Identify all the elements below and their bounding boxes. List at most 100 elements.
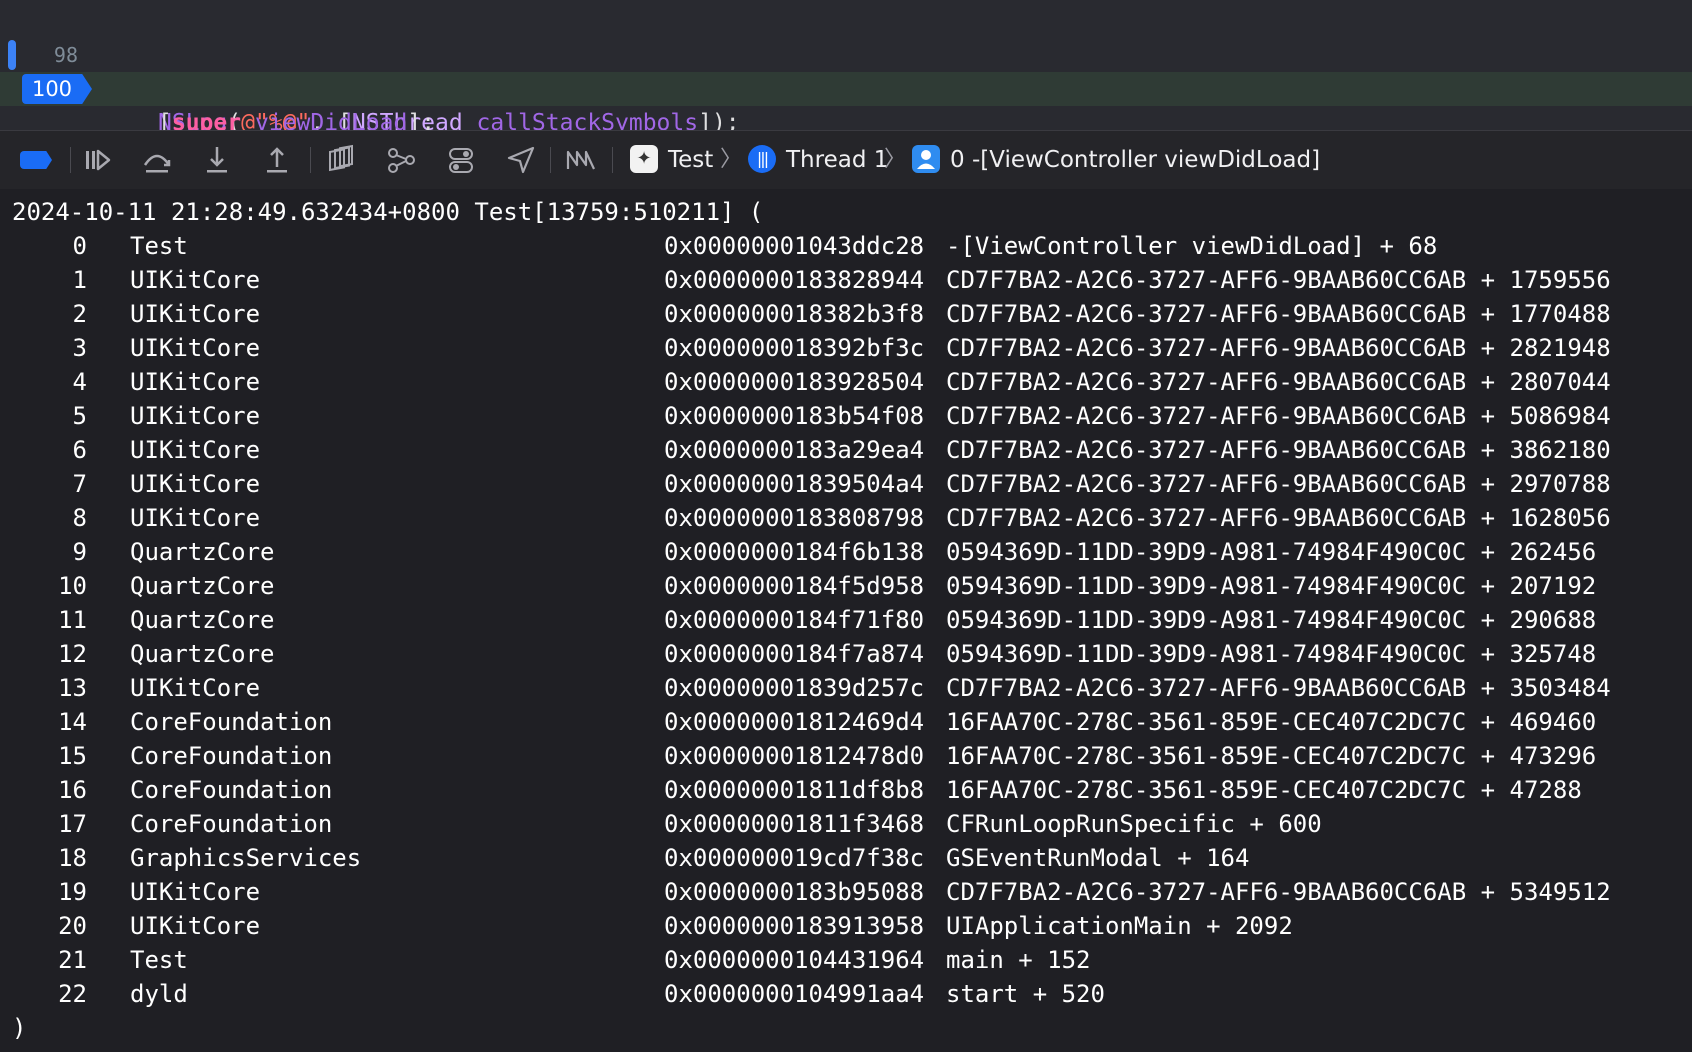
- frame-index: 4: [72, 368, 87, 396]
- frame-library: UIKitCore: [130, 674, 261, 702]
- frame-index: 13: [58, 674, 87, 702]
- stack-frame-row: 0 Test 0x00000001043ddc28 -[ViewController …: [0, 229, 1692, 263]
- frame-index: 8: [72, 504, 87, 532]
- frame-index: 16: [58, 776, 87, 804]
- user-frame-icon: [912, 145, 940, 173]
- frame-symbol: 0594369D-11DD-39D9-A981-74984F490C0C + 3…: [946, 640, 1597, 668]
- stack-frame-row: 3 UIKitCore 0x000000018392bf3c CD7F7BA2-A2C…: [0, 331, 1692, 365]
- stack-frame-row: 10 QuartzCore 0x0000000184f5d958 0594369D-1…: [0, 569, 1692, 603]
- frame-index: 12: [58, 640, 87, 668]
- frame-library: UIKitCore: [130, 266, 261, 294]
- frame-address: 0x0000000183b95088: [664, 878, 925, 906]
- simulate-location-icon[interactable]: [504, 143, 538, 177]
- continue-icon[interactable]: [80, 143, 114, 177]
- frame-symbol: 16FAA70C-278C-3561-859E-CEC407C2DC7C + 4…: [946, 776, 1582, 804]
- frame-library: UIKitCore: [130, 470, 261, 498]
- stack-frame-row: 6 UIKitCore 0x0000000183a29ea4 CD7F7BA2-A2C…: [0, 433, 1692, 467]
- frame-symbol: CD7F7BA2-A2C6-3727-AFF6-9BAAB60CC6AB + 2…: [946, 334, 1611, 362]
- frame-address: 0x00000001812478d0: [664, 742, 925, 770]
- breadcrumb-frame[interactable]: 0 -[ViewController viewDidLoad]: [950, 141, 1320, 179]
- frame-symbol: 16FAA70C-278C-3561-859E-CEC407C2DC7C + 4…: [946, 742, 1597, 770]
- frame-address: 0x0000000183913958: [664, 912, 925, 940]
- frame-address: 0x00000001839504a4: [664, 470, 925, 498]
- frame-library: QuartzCore: [130, 640, 275, 668]
- frame-library: UIKitCore: [130, 300, 261, 328]
- frame-symbol: CD7F7BA2-A2C6-3727-AFF6-9BAAB60CC6AB + 2…: [946, 470, 1611, 498]
- stack-frame-row: 19 UIKitCore 0x0000000183b95088 CD7F7BA2-A2…: [0, 875, 1692, 909]
- frame-index: 6: [72, 436, 87, 464]
- frame-address: 0x0000000184f6b138: [664, 538, 925, 566]
- environment-overrides-icon[interactable]: [444, 143, 478, 177]
- frame-library: QuartzCore: [130, 606, 275, 634]
- stack-frame-row: 20 UIKitCore 0x0000000183913958 UIApplicati…: [0, 909, 1692, 943]
- code-line-101[interactable]: 101 dataArray = [[NSMutableArray alloc] …: [0, 106, 1692, 130]
- toolbar-divider: [550, 147, 551, 173]
- frame-index: 5: [72, 402, 87, 430]
- frame-address: 0x0000000183828944: [664, 266, 925, 294]
- frame-address: 0x00000001811df8b8: [664, 776, 925, 804]
- frame-symbol: UIApplicationMain + 2092: [946, 912, 1293, 940]
- stack-frame-row: 12 QuartzCore 0x0000000184f7a874 0594369D-1…: [0, 637, 1692, 671]
- frame-address: 0x0000000184f5d958: [664, 572, 925, 600]
- frame-symbol: CD7F7BA2-A2C6-3727-AFF6-9BAAB60CC6AB + 3…: [946, 674, 1611, 702]
- code-line-99[interactable]: 99 NSLog(@"%@", [NSThread callStackSymbo…: [0, 38, 1692, 130]
- metal-capture-icon[interactable]: [564, 143, 598, 177]
- frame-address: 0x0000000184f71f80: [664, 606, 925, 634]
- frame-symbol: -[ViewController viewDidLoad] + 68: [946, 232, 1438, 260]
- stack-frame-row: 9 QuartzCore 0x0000000184f6b138 0594369D-11…: [0, 535, 1692, 569]
- stack-frame-row: 17 CoreFoundation 0x00000001811f3468 CFRunL…: [0, 807, 1692, 841]
- frame-library: UIKitCore: [130, 912, 261, 940]
- frame-address: 0x00000001811f3468: [664, 810, 925, 838]
- stack-frame-row: 15 CoreFoundation 0x00000001812478d0 16FAA7…: [0, 739, 1692, 773]
- step-into-icon[interactable]: [200, 143, 234, 177]
- breadcrumb-app[interactable]: Test: [668, 141, 713, 179]
- stack-frame-row: 18 GraphicsServices 0x000000019cd7f38c GSEv…: [0, 841, 1692, 875]
- code-line-100-current[interactable]: [super viewDidLoad];: [0, 72, 1692, 130]
- frame-library: UIKitCore: [130, 334, 261, 362]
- frame-address: 0x0000000183b54f08: [664, 402, 925, 430]
- frame-symbol: CD7F7BA2-A2C6-3727-AFF6-9BAAB60CC6AB + 5…: [946, 402, 1611, 430]
- frame-symbol: main + 152: [946, 946, 1091, 974]
- step-out-icon[interactable]: [260, 143, 294, 177]
- frame-symbol: start + 520: [946, 980, 1105, 1008]
- console-footer: ): [12, 1014, 27, 1042]
- stack-frame-row: 2 UIKitCore 0x000000018382b3f8 CD7F7BA2-A2C…: [0, 297, 1692, 331]
- debug-view-hierarchy-icon[interactable]: [324, 143, 358, 177]
- frame-address: 0x00000001043ddc28: [664, 232, 925, 260]
- frame-address: 0x0000000183928504: [664, 368, 925, 396]
- stack-frame-row: 22 dyld 0x0000000104991aa4 start + 520: [0, 977, 1692, 1011]
- frame-index: 22: [58, 980, 87, 1008]
- frame-symbol: CFRunLoopRunSpecific + 600: [946, 810, 1322, 838]
- frame-index: 20: [58, 912, 87, 940]
- breakpoints-toggle-icon[interactable]: [20, 151, 52, 169]
- stack-frame-row: 11 QuartzCore 0x0000000184f71f80 0594369D-1…: [0, 603, 1692, 637]
- stack-frame-row: 7 UIKitCore 0x00000001839504a4 CD7F7BA2-A2C…: [0, 467, 1692, 501]
- frame-symbol: 0594369D-11DD-39D9-A981-74984F490C0C + 2…: [946, 538, 1597, 566]
- chevron-right-icon: 〉: [720, 147, 743, 172]
- stack-frame-row: 5 UIKitCore 0x0000000183b54f08 CD7F7BA2-A2C…: [0, 399, 1692, 433]
- frame-address: 0x0000000183a29ea4: [664, 436, 925, 464]
- console-header: 2024-10-11 21:28:49.632434+0800 Test[137…: [12, 198, 764, 226]
- frame-library: QuartzCore: [130, 572, 275, 600]
- source-editor[interactable]: 98 - (void)viewDidLoad { 99 NSLog(@"%@",…: [0, 0, 1692, 130]
- stack-frame-row: 13 UIKitCore 0x00000001839d257c CD7F7BA2-A2…: [0, 671, 1692, 705]
- memory-graph-icon[interactable]: [384, 143, 418, 177]
- frame-index: 11: [58, 606, 87, 634]
- frame-address: 0x00000001812469d4: [664, 708, 925, 736]
- frame-index: 9: [72, 538, 87, 566]
- frame-library: dyld: [130, 980, 188, 1008]
- frame-library: UIKitCore: [130, 504, 261, 532]
- frame-library: UIKitCore: [130, 368, 261, 396]
- frame-address: 0x0000000183808798: [664, 504, 925, 532]
- breakpoint-line-number[interactable]: 100: [22, 74, 82, 104]
- frame-library: CoreFoundation: [130, 810, 333, 838]
- step-over-icon[interactable]: [140, 143, 174, 177]
- breadcrumb-thread[interactable]: Thread 1: [786, 141, 888, 179]
- frame-index: 18: [58, 844, 87, 872]
- frame-library: CoreFoundation: [130, 708, 333, 736]
- frame-library: QuartzCore: [130, 538, 275, 566]
- frame-symbol: CD7F7BA2-A2C6-3727-AFF6-9BAAB60CC6AB + 1…: [946, 300, 1611, 328]
- code-line-98[interactable]: 98 - (void)viewDidLoad {: [0, 4, 1692, 102]
- frame-index: 19: [58, 878, 87, 906]
- debug-console[interactable]: 2024-10-11 21:28:49.632434+0800 Test[137…: [0, 189, 1692, 1052]
